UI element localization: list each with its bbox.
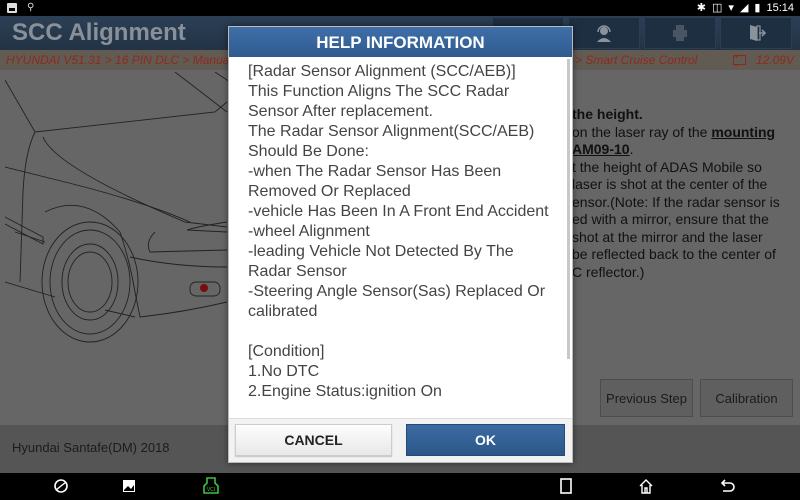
dialog-body[interactable]: [Radar Sensor Alignment (SCC/AEB)] This … [229, 57, 574, 419]
vehicle-illustration [4, 71, 231, 422]
support-button[interactable] [568, 17, 640, 49]
usb-debug-icon: ⚲ [27, 2, 35, 13]
vci-icon[interactable]: VCI [202, 477, 220, 495]
back-icon[interactable] [718, 477, 736, 495]
status-bar: ⚲ ✱ ◫ ▾ ◢ ▮ 15:14 [0, 0, 800, 16]
image-notification-icon [7, 2, 17, 13]
vibrate-icon: ◫ [712, 2, 723, 14]
nav-bar: VCI [0, 473, 800, 500]
voltage-readout: 12.09V [732, 52, 794, 70]
ok-button[interactable]: OK [406, 424, 565, 456]
mounting-link[interactable]: mounting [711, 124, 775, 140]
previous-step-button[interactable]: Previous Step [600, 379, 693, 417]
svg-text:VCI: VCI [207, 487, 215, 493]
instruction-line: on the laser ray of the [572, 123, 712, 140]
breadcrumb: HYUNDAI V51.31 > 16 PIN DLC > Manual [6, 53, 233, 67]
browser-icon[interactable] [52, 477, 70, 495]
home-icon[interactable] [637, 477, 655, 495]
dialog-title: HELP INFORMATION [229, 27, 572, 57]
voltage-value: 12.09V [755, 53, 794, 67]
instruction-text: the height. on the laser ray of the moun… [572, 106, 800, 281]
battery-icon: ▮ [754, 2, 761, 14]
wifi-icon: ▾ [728, 2, 734, 14]
breadcrumb-current: > Smart Cruise Control [575, 53, 698, 67]
recent-apps-icon[interactable] [557, 477, 575, 495]
help-dialog: HELP INFORMATION [Radar Sensor Alignment… [228, 26, 573, 463]
print-button[interactable] [644, 17, 716, 49]
instruction-line: . [629, 141, 634, 157]
cancel-button[interactable]: CANCEL [235, 424, 392, 456]
instruction-details: t the height of ADAS Mobile so laser is … [572, 158, 780, 280]
printer-icon [673, 25, 687, 41]
gallery-icon[interactable] [120, 477, 138, 495]
exit-button[interactable] [720, 17, 792, 49]
car-front-drawing [4, 71, 231, 343]
dialog-scrollbar[interactable] [567, 59, 570, 359]
help-text: [Radar Sensor Alignment (SCC/AEB)] This … [248, 63, 549, 400]
dialog-footer: CANCEL OK [229, 418, 572, 462]
exit-icon [750, 25, 766, 41]
instruction-heading: the height. [572, 106, 643, 122]
bluetooth-icon: ✱ [696, 2, 706, 14]
am09-10-link[interactable]: AM09-10 [572, 141, 630, 157]
page-title: SCC Alignment [12, 19, 186, 46]
signal-icon: ◢ [739, 2, 749, 14]
support-headset-icon [597, 25, 611, 42]
calibration-button[interactable]: Calibration [700, 379, 793, 417]
radar-sensor-marker [200, 284, 208, 292]
clock: 15:14 [766, 1, 794, 14]
car-battery-icon [732, 52, 746, 70]
vehicle-name: Hyundai Santafe(DM) 2018 [12, 440, 170, 455]
